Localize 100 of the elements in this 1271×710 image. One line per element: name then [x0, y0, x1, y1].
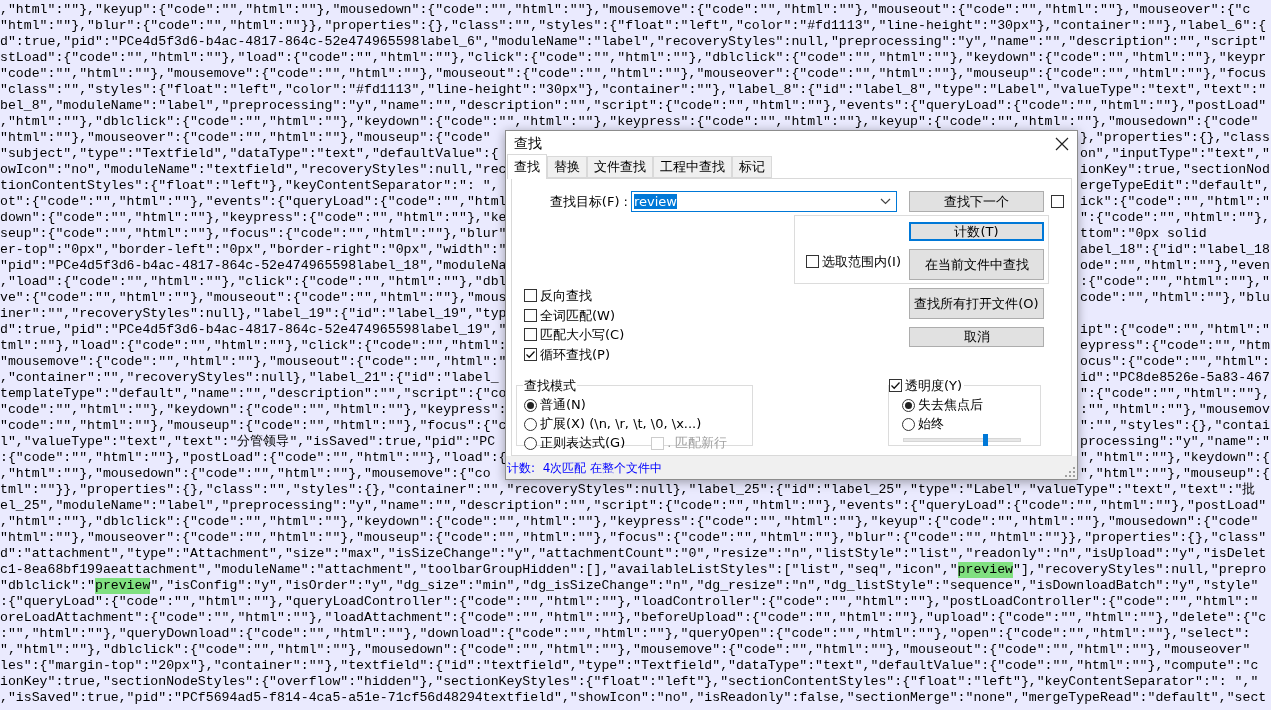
checkmark-icon: [525, 348, 536, 360]
radio-button[interactable]: 正则表达式(G): [524, 433, 626, 453]
code-text: "code":"","html":""},"mousemove":{"code":"","html":""},"mouseout":{"code":"","html":""},"mouseover":{"code":"","html":""},"mouseup":{"code":"","html":""},"focus: [0, 66, 1267, 82]
code-text: eypress":{"code":"","htm: [1080, 338, 1270, 354]
code-text: },"properties":{},"class: [1080, 130, 1270, 146]
code-text: l","valueType":"text","text":"分管领导","isSaved":true,"pid":"PC: [0, 434, 496, 450]
code-text: "subject","type":"Textfield","dataType":"text","defaultValue":{: [0, 146, 499, 162]
search-combo-box[interactable]: review: [631, 191, 897, 212]
code-text: "code":"","html":""},"keydown":{"code":"","html":""},"keypress":: [0, 402, 507, 418]
checkbox[interactable]: 循环查找(P): [524, 344, 610, 364]
code-text: "pid":"PCe4d5f3d6-b4ac-4817-864c-52e474965598label_18","moduleNa: [0, 258, 507, 274]
status-text: 计数: 4次匹配 在整个文件中: [507, 459, 663, 477]
code-text: ergeTypeEdit":"default",: [1080, 178, 1270, 194]
code-text: down":{"code":"","html":""},"keypress":{"code":"","html":""},"ke: [0, 210, 507, 226]
code-text: ,"html":""},"keyup":{"code":"","html":""},"mousedown":{"code":"","html":""},"mousemove":{"code":"","html":""},"mouseout":{"code":"","html":""},"mouseover":{"c: [0, 2, 1251, 18]
code-text: ocus":{"code":"","html":: [1080, 354, 1270, 370]
code-text: ":"","styles":{},"contai: [1080, 418, 1270, 434]
code-text: "html":""},"blur":{"code":"","html":""}},"properties":{},"class":"","styles":{"float":"left","color":"#fd1113","line-height":"30px"},"container":""},"label_6":{: [0, 18, 1267, 34]
code-text: "html":""},"mouseover":{"code":"","html":""},"mouseup":{"code": [0, 130, 491, 146]
checkbox[interactable]: 匹配大小写(C): [524, 325, 625, 345]
code-text: ionKey":true,"sectionNodeStyles":{"overflow":"hidden"},"sectionKeyStyles":{"float":"left"},"sectionContentStyles":{"float":"left"},"keyContentSeparator":": ",": [0, 674, 1259, 690]
code-text: el_25","moduleName":"label","preprocessing":"y","name":"","description":"","script":{"code":"","html":""},"events":{"queryLoad":{"code":"","html":""},"postLoad": [0, 498, 1267, 514]
button[interactable]: 查找所有打开文件(O): [909, 288, 1044, 319]
button[interactable]: 在当前文件中查找: [909, 249, 1044, 280]
window-title: 查找: [514, 134, 542, 153]
radio-button[interactable]: 扩展(X) (\n, \r, \t, \0, \x...): [524, 414, 702, 434]
code-text: "html":""},"mouseover":{"code":"","html":""},"mouseup":{"code":"","html":""},"focus":{"code":"","html":""},"blur":{"code":"","html":""}},"properties":{},"class": [0, 530, 1267, 546]
checkbox[interactable]: 透明度(Y): [889, 376, 963, 396]
checkbox[interactable]: 全词匹配(W): [524, 305, 615, 325]
resize-grip-icon[interactable]: [1065, 467, 1075, 477]
code-text: ","html":""},"keydown":{: [1080, 450, 1270, 466]
code-text: ,"load":{"code":"","html":""},"click":{"code":"","html":""},"dbl: [0, 274, 507, 290]
code-text: les":{"margin-top":"20px"},"container":""},"textfield":{"id":"textfield","type":"Textfield","dataType":"text","defaultValue":{"code":"","html":""},"compute":"c: [0, 658, 1259, 674]
code-text: iner":"","recoveryStyles":null},"label_19":{"id":"label_19","typ: [0, 306, 507, 322]
code-text: "dblclick":": [0, 578, 95, 594]
code-text: ot":{"code":"","html":""},"events":{"queryLoad":{"code":"","html: [0, 194, 507, 210]
tab[interactable]: 工程中查找: [653, 156, 732, 178]
code-text: code":"","html":""},"blu: [1080, 290, 1270, 306]
slider-thumb[interactable]: [983, 433, 989, 446]
code-text: oreLoadAttachment":{"code":"","html":""},"loadAttachment":{"code":"","html":""},"beforeUpload":{"code":"","html":""},"upload":{"code":"","html":""},"delete":{"c: [0, 610, 1267, 626]
code-text: stLoad":{"code":"","html":""},"load":{"code":"","html":""},"click":{"code":"","html":""},"dblclick":{"code":"","html":""},"keydown":{"code":"","html":""},"keypr: [0, 50, 1267, 66]
button[interactable]: 计数(T): [909, 222, 1044, 241]
checkmark-icon: [890, 380, 901, 392]
code-text: abel_18":{"id":"label_18: [1080, 242, 1270, 258]
close-icon[interactable]: [1055, 136, 1069, 151]
code-text: "class":"","styles":{"float":"left","color":"#fd1113","line-height":"30px"},"container":""},"label_8":{"id":"label_8","type":"Label","valueType":"text","text":": [0, 82, 1267, 98]
code-text: er-top":"0px","border-left":"0px","border-right":"0px","width":": [0, 242, 507, 258]
code-text: ve":{"code":"","html":""},"mouseout":{"code":"","html":""},"mous: [0, 290, 507, 306]
code-text: processing":"y","name":": [1080, 434, 1270, 450]
code-text: d":true,"pid":"PCe4d5f3d6-b4ac-4817-864c-52e474965598label_6","moduleName":"label","recoveryStyles":null,"preprocessing":"y","name":"","description":"","script": [0, 34, 1267, 50]
code-text: c1-8ea68bf199aeattachment","moduleName":"attachment","toolbarGroupHidden":[],"availableListStyles":["list","seq","icon",": [0, 562, 958, 578]
code-text: ,"isSaved":true,"pid":"PCf5694ad5-f814-4ca5-a51e-71cf56d48294textfield","showIcon":"no","isReadonly":false,"sectionMerge":"none","mergeTypeRead":"default","sect: [0, 690, 1267, 706]
code-text: bel_8","moduleName":"label","preprocessing":"y","name":"","description":"","script":{"code":"","html":""},"events":{"queryLoad":{"code":"","html":""},"postLoad": [0, 98, 1267, 114]
code-text: :"","html":""},"queryDownload":{"code":"","html":""},"download":{"code":"","html":""},"queryOpen":{"code":"","html":""},"open":{"code":"","html":""},"select":: [0, 626, 1251, 642]
code-text: tml":""},"load":{"code":"","html":""},"click":{"code":"","html":: [0, 338, 507, 354]
code-text: owIcon":"no","moduleName":"textfield","recoveryStyles":null,"rec: [0, 162, 507, 178]
radio-button[interactable]: 始终: [902, 414, 944, 434]
code-text: ick":{"code":"","html":": [1080, 194, 1270, 210]
code-text: :{"code":"","html":""},"postLoad":{"code":"","html":""},"load":{: [0, 450, 507, 466]
radio-button[interactable]: 失去焦点后: [902, 395, 983, 415]
group-title: 查找模式: [523, 377, 577, 395]
code-text: ,"container":"","recoveryStyles":null},"label_21":{"id":"label_: [0, 370, 499, 386]
radio-button[interactable]: 普通(N): [524, 395, 586, 415]
checkbox[interactable]: 选取范围内(I): [806, 252, 909, 272]
code-text: :{"queryLoad":{"code":"","html":""},"queryLoadController":{"code":"","html":""},"loadController":{"code":"","html":""},"postLoadController":{"code":"","html":": [0, 594, 1259, 610]
checkbox[interactable]: [1051, 195, 1064, 208]
tab[interactable]: 标记: [732, 156, 772, 178]
tab[interactable]: 查找: [507, 154, 547, 179]
code-text: ":{"code":"","html":""},: [1080, 386, 1270, 402]
code-text: ipt":{"code":"","html":": [1080, 322, 1270, 338]
code-text: :{"code":"","html":""},": [1080, 274, 1270, 290]
code-text: tionContentStyles":{"float":"left"},"keyContentSeparator":": ",: [0, 178, 499, 194]
code-text: ttom":"0px solid: [1080, 226, 1207, 242]
code-text: "code":"","html":""},"mouseup":{"code":"","html":""},"focus":{"c: [0, 418, 507, 434]
code-text: d":true,"pid":"PCe4d5f3d6-b4ac-4817-864c-52e474965598label_19",": [0, 322, 507, 338]
code-text: ","html":""},"mouseup":{: [1080, 466, 1270, 482]
button[interactable]: 取消: [909, 327, 1044, 347]
code-text: ode":"","html":""},"even: [1080, 258, 1270, 274]
code-text: ","isConfig":"y","isOrder":"y","dg_size":"min","dg_isSizeChange":"n","dg_resize":"n","dg_listStyle":"sequence","isDownloadBatch":"y","style": [150, 578, 1259, 594]
code-text: seup":{"code":"","html":""},"focus":{"code":"","html":""},"blur": [0, 226, 507, 242]
code-text: "],"recoveryStyles":null,"prepro: [1013, 562, 1267, 578]
code-text: ","html":""},"dblclick":{"code":"","html":""},"mousedown":{"code":"","html":""},"mousemove":{"code":"","html":""},"mouseout":{"code":"","html":""},"mouseover": [0, 642, 1251, 658]
code-text: id":"PC8de8526e-5a83-467: [1080, 370, 1270, 386]
checkbox[interactable]: 反向查找: [524, 286, 592, 306]
code-text: :"","html":""},"mousemov: [1080, 402, 1270, 418]
tab[interactable]: 文件查找: [587, 156, 653, 178]
code-text: tml":""}},"properties":{},"class":"","styles":{},"container":"","recoveryStyles":null},"label_25":{"id":"label_25","type":"Label","valueType":"text","text":"批: [0, 482, 1256, 498]
code-text: ,"html":""},"mousedown":{"code":"","html":""},"mousemove":{"co: [0, 466, 491, 482]
code-text: ionKey":true,"sectionNod: [1080, 162, 1270, 178]
code-text: templateType":"default","name":"","description":"","script":{"co: [0, 386, 507, 402]
code-text: ,"html":""},"dblclick":{"code":"","html":""},"keydown":{"code":"","html":""},"keypress":{"code":"","html":""},"keyup":{"code":"","html":""},"mousedown":{"code": [0, 114, 1259, 130]
field-label: 查找目标(F) :: [548, 192, 628, 211]
code-text: ,"html":""},"dblclick":{"code":"","html":""},"keydown":{"code":"","html":""},"keypress":{"code":"","html":""},"keyup":{"code":"","html":""},"mousedown":{"code": [0, 514, 1259, 530]
tab[interactable]: 替换: [547, 156, 587, 178]
button[interactable]: 查找下一个: [909, 191, 1044, 212]
search-match: preview: [957, 562, 1013, 578]
code-text: d":"attachment","type":"Attachment","size":"max","isSizeChange":"y","attachmentCount":"0","resize":"n","listStyle":"list","readonly":"n","isUpload":"y","isDelet: [0, 546, 1267, 562]
code-text: ":{"code":"","html":""},: [1080, 210, 1270, 226]
code-text: on","inputType":"text",": [1080, 146, 1270, 162]
code-text: "mousemove":{"code":"","html":""},"mouseout":{"code":"","html":": [0, 354, 507, 370]
